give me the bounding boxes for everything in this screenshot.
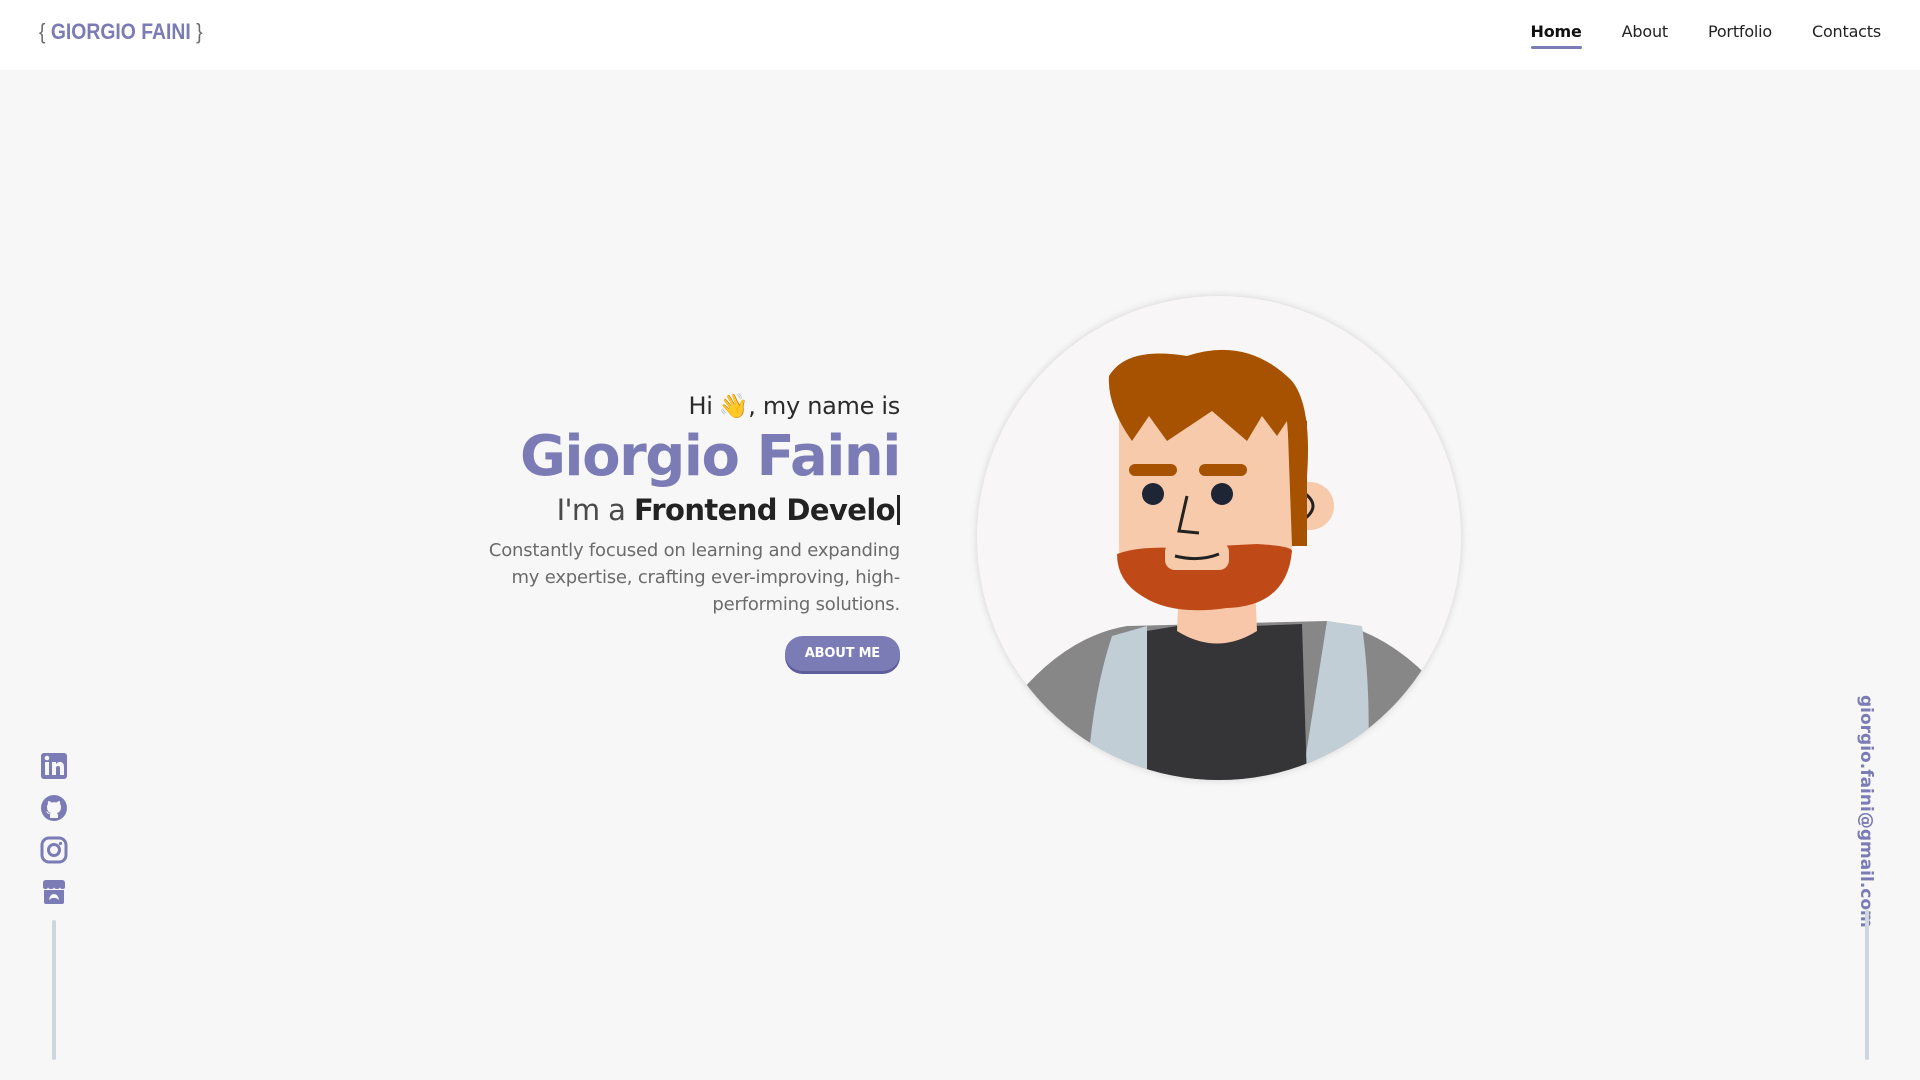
avatar: [977, 296, 1461, 780]
about-me-button[interactable]: ABOUT ME: [784, 635, 900, 671]
instagram-icon[interactable]: [40, 836, 68, 864]
header: { GIORGIO FAINI } Home About Portfolio C…: [0, 0, 1920, 70]
logo[interactable]: { GIORGIO FAINI }: [39, 19, 203, 45]
wave-emoji: 👋: [718, 392, 749, 420]
nav-about[interactable]: About: [1622, 22, 1669, 47]
email-link[interactable]: giorgio.faini@gmail.com: [1856, 695, 1876, 928]
typing-caret: [897, 494, 900, 525]
linkedin-icon[interactable]: [40, 752, 68, 780]
github-icon[interactable]: [40, 794, 68, 822]
logo-brace-open: {: [39, 19, 46, 44]
hero-description: Constantly focused on learning and expan…: [488, 539, 900, 615]
main-nav: Home About Portfolio Contacts: [1530, 22, 1881, 49]
hero-text: Hi 👋, my name is Giorgio Faini I'm a Fro…: [480, 392, 902, 671]
role-typed: Frontend Develo: [633, 492, 896, 527]
avatar-illustration: [997, 349, 1447, 780]
role-prefix: I'm a: [556, 492, 626, 527]
social-links: [40, 752, 68, 906]
hero-role: I'm a Frontend Develo: [480, 493, 900, 527]
greeting: Hi 👋, my name is: [480, 392, 901, 420]
logo-brace-close: }: [196, 19, 203, 44]
logo-text: GIORGIO FAINI: [50, 19, 191, 44]
greeting-rest: , my name is: [748, 392, 900, 420]
nav-portfolio[interactable]: Portfolio: [1708, 22, 1772, 47]
itchio-icon[interactable]: [40, 878, 68, 906]
nav-contacts[interactable]: Contacts: [1812, 22, 1881, 47]
hero-name: Giorgio Faini: [519, 424, 902, 489]
greeting-hi: Hi: [688, 392, 713, 420]
email-divider-line: [1865, 910, 1869, 1060]
nav-home[interactable]: Home: [1530, 22, 1582, 49]
social-divider-line: [52, 920, 56, 1060]
